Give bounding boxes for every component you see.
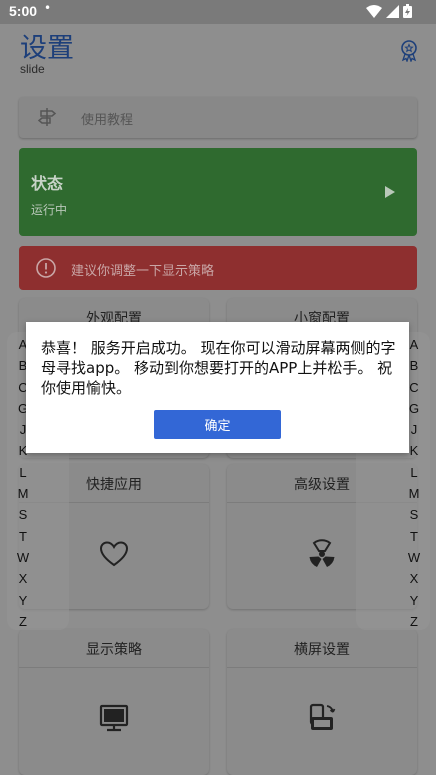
index-letter[interactable]: S xyxy=(410,504,419,525)
service-status-card[interactable]: 状态 运行中 xyxy=(19,148,417,236)
dialog-message: 恭喜！ 服务开启成功。 现在你可以滑动屏幕两侧的字母寻找app。 移动到你想要打… xyxy=(41,339,396,397)
page-subtitle: slide xyxy=(20,62,45,76)
confirm-button[interactable]: 确定 xyxy=(154,410,281,439)
index-letter[interactable]: J xyxy=(411,419,418,440)
battery-icon xyxy=(403,4,412,18)
info-alert-icon xyxy=(36,258,56,278)
warning-banner[interactable]: 建议你调整一下显示策略 xyxy=(19,246,417,290)
letter-index-right[interactable]: A B C G J K L M S T W X Y Z xyxy=(407,334,421,632)
index-letter[interactable]: W xyxy=(408,547,420,568)
award-badge-icon[interactable] xyxy=(397,38,421,62)
monitor-icon xyxy=(99,704,129,732)
index-letter[interactable]: X xyxy=(410,568,419,589)
index-letter[interactable]: B xyxy=(410,355,419,376)
index-letter[interactable]: K xyxy=(410,440,419,461)
success-dialog: 恭喜！ 服务开启成功。 现在你可以滑动屏幕两侧的字母寻找app。 移动到你想要打… xyxy=(26,322,409,453)
index-letter[interactable]: M xyxy=(409,483,420,504)
screen-rotation-icon xyxy=(309,703,336,730)
tile-divider xyxy=(227,667,417,668)
radiation-icon xyxy=(309,539,335,567)
index-letter[interactable]: S xyxy=(19,504,28,525)
index-letter[interactable]: Y xyxy=(410,590,419,611)
index-letter[interactable]: A xyxy=(410,334,419,355)
index-letter[interactable]: C xyxy=(409,377,418,398)
index-letter[interactable]: L xyxy=(19,462,26,483)
heart-icon xyxy=(99,541,129,567)
status-title: 状态 xyxy=(31,174,64,193)
notification-dot: • xyxy=(44,1,52,15)
wifi-icon xyxy=(366,4,382,18)
index-letter[interactable]: M xyxy=(18,483,29,504)
signal-icon xyxy=(386,4,399,18)
index-letter[interactable]: Z xyxy=(410,611,418,632)
tile-label: 显示策略 xyxy=(86,642,142,658)
page-title: 设置 xyxy=(20,33,74,64)
tile-label: 横屏设置 xyxy=(294,642,350,658)
index-letter[interactable]: Y xyxy=(19,590,28,611)
index-letter[interactable]: T xyxy=(19,526,27,547)
warning-text: 建议你调整一下显示策略 xyxy=(71,264,215,279)
index-letter[interactable]: G xyxy=(409,398,419,419)
tile-landscape-settings[interactable]: 横屏设置 xyxy=(227,629,417,775)
status-icons xyxy=(366,4,412,18)
tutorial-label: 使用教程 xyxy=(81,113,134,128)
signpost-icon xyxy=(37,108,57,126)
index-letter[interactable]: Z xyxy=(19,611,27,632)
status-bar: 5:00 • xyxy=(0,0,436,24)
status-state: 运行中 xyxy=(31,203,68,217)
tile-display-strategy[interactable]: 显示策略 xyxy=(19,629,209,775)
index-letter[interactable]: X xyxy=(19,568,28,589)
tutorial-button[interactable]: 使用教程 xyxy=(19,97,417,138)
play-icon[interactable] xyxy=(384,185,396,199)
tile-divider xyxy=(19,667,209,668)
status-time: 5:00 xyxy=(9,3,38,19)
index-letter[interactable]: W xyxy=(17,547,29,568)
index-letter[interactable]: T xyxy=(410,526,418,547)
index-letter[interactable]: L xyxy=(410,462,417,483)
